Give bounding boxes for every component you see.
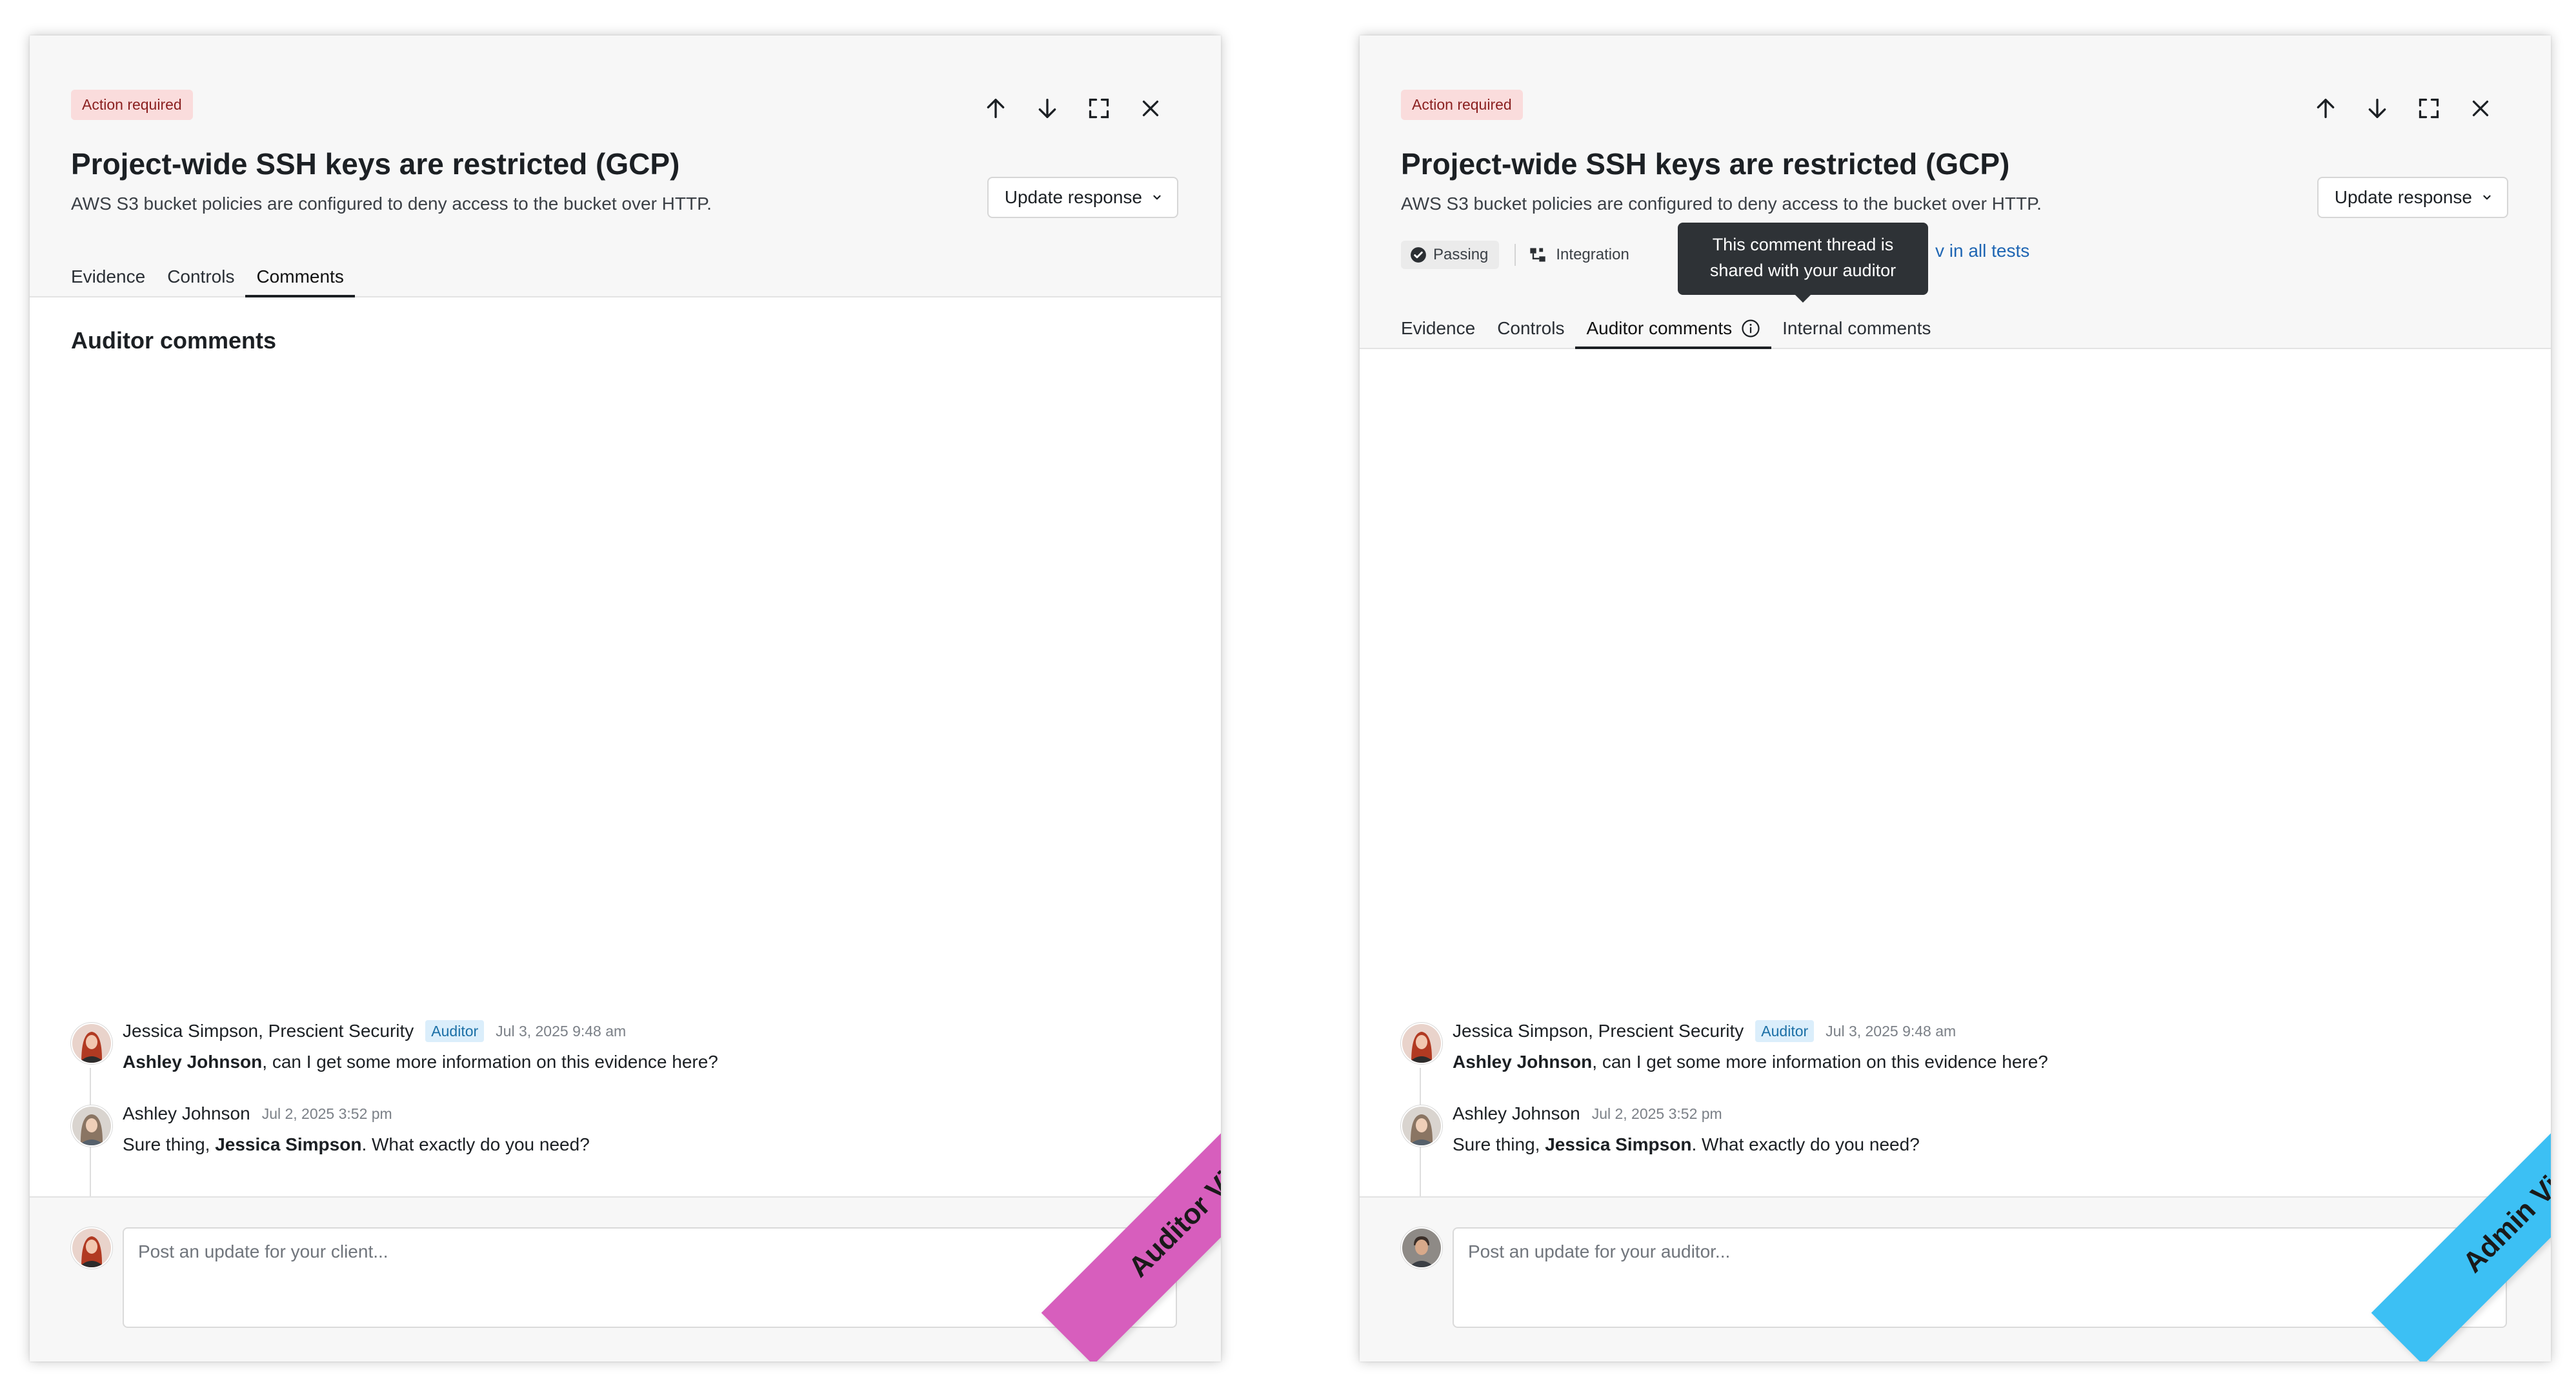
comment-author: Jessica Simpson, Prescient Security [1453, 1021, 1744, 1041]
tab-bar: Evidence Controls Comments [71, 257, 356, 297]
comment-header: Jessica Simpson, Prescient Security Audi… [123, 1019, 626, 1043]
comment-mention[interactable]: Jessica Simpson [1545, 1134, 1691, 1154]
tab-controls[interactable]: Controls [156, 257, 245, 296]
comment-body: Ashley Johnson, can I get some more info… [123, 1052, 718, 1072]
expand-icon[interactable] [1084, 94, 1114, 123]
comment-author: Ashley Johnson [1453, 1103, 1580, 1123]
comment-timestamp: Jul 3, 2025 9:48 am [496, 1022, 627, 1040]
comment-text: Sure thing, [1453, 1134, 1545, 1154]
tab-bar: Evidence Controls Auditor comments Inter… [1401, 309, 1942, 349]
arrow-down-icon[interactable] [1032, 94, 1062, 123]
tab-evidence[interactable]: Evidence [1390, 309, 1486, 348]
comment-timestamp: Jul 3, 2025 9:48 am [1826, 1022, 1957, 1040]
view-in-all-tests-link[interactable]: v in all tests [1935, 241, 2029, 261]
comment-mention[interactable]: Jessica Simpson [215, 1134, 361, 1154]
comment-header: Ashley Johnson Jul 2, 2025 3:52 pm [123, 1101, 392, 1126]
comment-text: Sure thing, [123, 1134, 216, 1154]
comment-input[interactable]: Post an update for your auditor... [1453, 1227, 2507, 1328]
tab-label: Auditor comments [1586, 318, 1733, 338]
comment-input[interactable]: Post an update for your client... [123, 1227, 1177, 1328]
update-response-button[interactable]: Update response [987, 177, 1178, 218]
status-badge: Passing [1401, 241, 1500, 269]
integration-label: Integration [1529, 246, 1629, 264]
comment-timestamp: Jul 2, 2025 3:52 pm [1591, 1105, 1722, 1122]
update-response-label: Update response [2334, 187, 2472, 207]
comment-text: . What exactly do you need? [361, 1134, 590, 1154]
comment-author: Ashley Johnson [123, 1103, 250, 1123]
tab-controls[interactable]: Controls [1486, 309, 1575, 348]
status-label: Passing [1433, 246, 1489, 263]
panel-header: Action required Project-wide SSH keys ar… [1360, 35, 2551, 349]
avatar [1401, 1105, 1442, 1147]
page-subtitle: AWS S3 bucket policies are configured to… [71, 194, 712, 214]
comment-mention[interactable]: Ashley Johnson [123, 1052, 262, 1072]
chevron-down-icon [1153, 195, 1161, 200]
comment-text: , can I get some more information on thi… [262, 1052, 718, 1072]
comment-body: Sure thing, Jessica Simpson. What exactl… [123, 1134, 590, 1155]
tab-internal-comments[interactable]: Internal comments [1771, 309, 1942, 348]
page-title: Project-wide SSH keys are restricted (GC… [1401, 147, 2010, 181]
arrow-up-icon[interactable] [2311, 94, 2340, 123]
page-subtitle: AWS S3 bucket policies are configured to… [1401, 194, 2042, 214]
close-icon[interactable] [1136, 94, 1165, 123]
divider [1514, 244, 1516, 266]
expand-icon[interactable] [2414, 94, 2444, 123]
page-title: Project-wide SSH keys are restricted (GC… [71, 147, 680, 181]
tooltip-arrow [1795, 295, 1811, 303]
auditor-role-badge: Auditor [425, 1020, 485, 1042]
header-actions [981, 94, 1165, 123]
avatar [71, 1105, 112, 1147]
auditor-role-badge: Auditor [1755, 1020, 1815, 1042]
auditor-view-panel: Action required Project-wide SSH keys ar… [30, 35, 1221, 1361]
current-user-avatar [1401, 1227, 1442, 1269]
tab-comments[interactable]: Comments [245, 257, 356, 297]
comment-author: Jessica Simpson, Prescient Security [123, 1021, 414, 1041]
comment-timestamp: Jul 2, 2025 3:52 pm [261, 1105, 392, 1122]
tab-evidence[interactable]: Evidence [60, 257, 156, 296]
update-response-button[interactable]: Update response [2317, 177, 2508, 218]
avatar [71, 1023, 112, 1064]
tooltip-line: shared with your auditor [1709, 261, 1897, 280]
comment-body: Sure thing, Jessica Simpson. What exactl… [1453, 1134, 1920, 1155]
header-actions [2311, 94, 2495, 123]
section-title: Auditor comments [71, 327, 277, 354]
arrow-down-icon[interactable] [2362, 94, 2392, 123]
current-user-avatar [71, 1227, 112, 1269]
arrow-up-icon[interactable] [981, 94, 1011, 123]
action-required-badge: Action required [71, 90, 193, 120]
check-circle-icon [1411, 247, 1426, 263]
info-icon[interactable] [1741, 319, 1760, 338]
update-response-label: Update response [1004, 187, 1142, 207]
comment-body: Ashley Johnson, can I get some more info… [1453, 1052, 2048, 1072]
composer-footer: Post an update for your auditor... [1360, 1196, 2551, 1361]
test-meta-row: Passing Integration [1401, 239, 1629, 270]
integration-text: Integration [1556, 246, 1629, 263]
chevron-down-icon [2483, 195, 2491, 200]
close-icon[interactable] [2466, 94, 2495, 123]
composer-footer: Post an update for your client... [30, 1196, 1221, 1361]
admin-view-panel: Action required Project-wide SSH keys ar… [1360, 35, 2551, 1361]
comment-text: , can I get some more information on thi… [1592, 1052, 2048, 1072]
action-required-badge: Action required [1401, 90, 1523, 120]
integration-icon [1530, 248, 1546, 262]
comment-mention[interactable]: Ashley Johnson [1453, 1052, 1592, 1072]
comment-header: Jessica Simpson, Prescient Security Audi… [1453, 1019, 1956, 1043]
comment-header: Ashley Johnson Jul 2, 2025 3:52 pm [1453, 1101, 1722, 1126]
comment-text: . What exactly do you need? [1691, 1134, 1920, 1154]
info-tooltip: This comment thread is shared with your … [1678, 223, 1928, 303]
panel-header: Action required Project-wide SSH keys ar… [30, 35, 1221, 297]
tab-auditor-comments[interactable]: Auditor comments [1575, 309, 1771, 349]
tooltip-line: This comment thread is [1712, 235, 1894, 254]
avatar [1401, 1023, 1442, 1064]
